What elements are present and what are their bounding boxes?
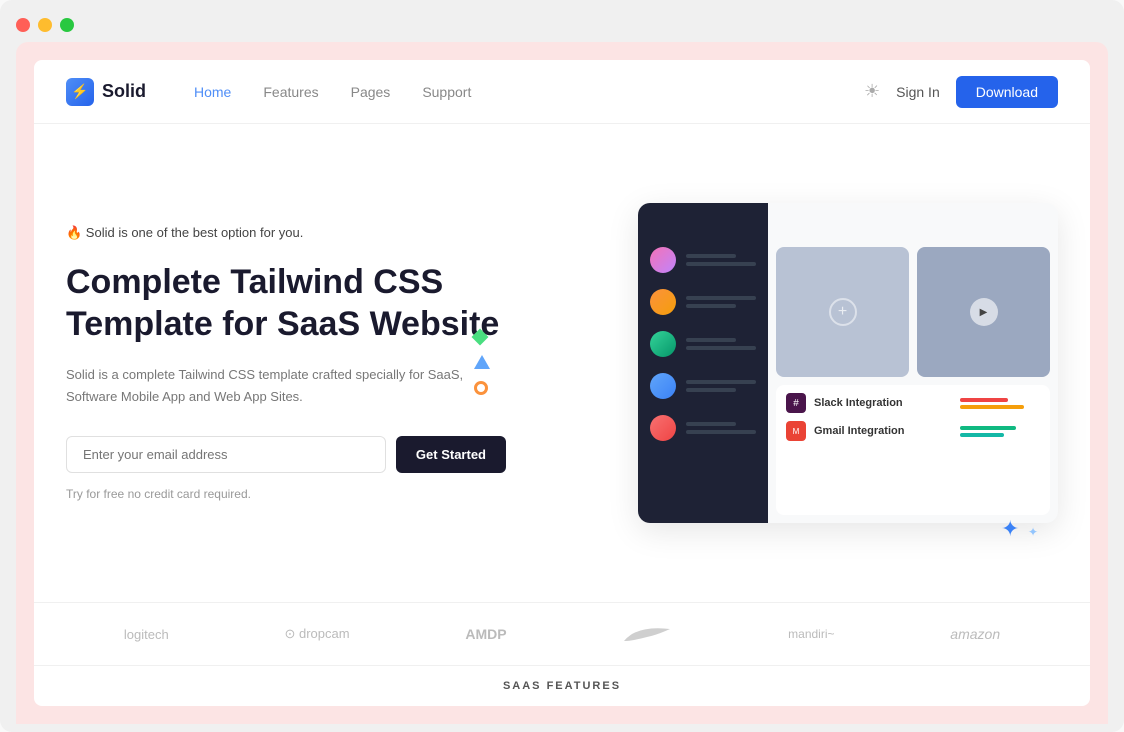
chat-lines-4 xyxy=(686,380,756,392)
hero-right: + ▶ # Slack Integration xyxy=(546,124,1058,602)
panel-card-2: ▶ xyxy=(917,247,1050,377)
brand-amazon: amazon xyxy=(950,626,1000,642)
browser-content: ⚡ Solid Home Features Pages Support ☀ Si… xyxy=(16,42,1108,724)
mockup-card: + ▶ # Slack Integration xyxy=(638,203,1058,523)
logo-icon: ⚡ xyxy=(66,78,94,106)
chat-line xyxy=(686,380,756,384)
plus-button[interactable]: + xyxy=(829,298,857,326)
browser-titlebar xyxy=(16,10,1108,42)
bar-yellow xyxy=(960,405,1024,409)
slack-icon: # xyxy=(786,393,806,413)
avatar-2 xyxy=(650,289,676,315)
play-button[interactable]: ▶ xyxy=(970,298,998,326)
triangle-icon xyxy=(474,355,490,369)
gmail-bars xyxy=(960,426,1040,437)
chat-sidebar xyxy=(638,203,768,523)
chat-line xyxy=(686,296,756,300)
browser-chrome: ⚡ Solid Home Features Pages Support ☀ Si… xyxy=(0,0,1124,732)
brands-section: logitech ⊙ dropcam AMDP mandiri~ amazon xyxy=(34,602,1090,665)
circle-icon xyxy=(474,381,488,395)
gmail-icon: M xyxy=(786,421,806,441)
maximize-button[interactable] xyxy=(60,18,74,32)
panel-card-1: + xyxy=(776,247,909,377)
avatar-3 xyxy=(650,331,676,357)
inner-page: ⚡ Solid Home Features Pages Support ☀ Si… xyxy=(34,60,1090,706)
chat-line xyxy=(686,430,756,434)
chat-line xyxy=(686,262,756,266)
chat-lines-1 xyxy=(686,254,756,266)
hero-title-line1: Complete Tailwind CSS xyxy=(66,263,443,301)
star-small-icon: ✦ xyxy=(1028,525,1038,539)
hero-section: 🔥 Solid is one of the best option for yo… xyxy=(34,124,1090,602)
brand-mandiri: mandiri~ xyxy=(788,627,834,641)
email-input[interactable] xyxy=(66,436,386,473)
deco-stars: ✦ ✦ xyxy=(1001,516,1038,542)
download-button[interactable]: Download xyxy=(956,76,1058,108)
chat-line xyxy=(686,388,736,392)
close-button[interactable] xyxy=(16,18,30,32)
brand-nike xyxy=(622,623,672,645)
brand-logitech: logitech xyxy=(124,627,169,642)
logo-text: Solid xyxy=(102,81,146,102)
chat-item-4 xyxy=(638,365,768,407)
avatar-4 xyxy=(650,373,676,399)
chat-line xyxy=(686,422,736,426)
chat-item-5 xyxy=(638,407,768,449)
logo-area: ⚡ Solid xyxy=(66,78,146,106)
sign-in-link[interactable]: Sign In xyxy=(896,84,940,100)
gmail-integration-row: M Gmail Integration xyxy=(786,421,1040,441)
mockup-right-panels: + ▶ # Slack Integration xyxy=(768,239,1058,523)
chat-line xyxy=(686,254,736,258)
chat-item-3 xyxy=(638,323,768,365)
slack-bars xyxy=(960,398,1040,409)
try-free-text: Try for free no credit card required. xyxy=(66,487,506,501)
nav-home[interactable]: Home xyxy=(194,84,231,100)
nav-support[interactable]: Support xyxy=(422,84,471,100)
chat-lines-3 xyxy=(686,338,756,350)
saas-features-label: SAAS FEATURES xyxy=(34,665,1090,706)
bar-red xyxy=(960,398,1008,402)
chat-lines-5 xyxy=(686,422,756,434)
brand-amd: AMDP xyxy=(465,626,506,642)
deco-shapes xyxy=(474,331,490,395)
avatar-1 xyxy=(650,247,676,273)
bar-green xyxy=(960,426,1016,430)
nav-features[interactable]: Features xyxy=(263,84,318,100)
chat-item-1 xyxy=(638,239,768,281)
brand-dropcam: ⊙ dropcam xyxy=(284,626,349,642)
slack-label: Slack Integration xyxy=(814,397,952,409)
chat-lines-2 xyxy=(686,296,756,308)
gmail-label: Gmail Integration xyxy=(814,425,952,437)
nav-right: ☀ Sign In Download xyxy=(864,76,1058,108)
avatar-5 xyxy=(650,415,676,441)
diamond-icon xyxy=(472,329,489,346)
hero-title-line2: Template for SaaS Website xyxy=(66,305,499,343)
hero-description: Solid is a complete Tailwind CSS templat… xyxy=(66,364,506,408)
theme-toggle-icon[interactable]: ☀ xyxy=(864,81,880,102)
nav-links: Home Features Pages Support xyxy=(194,84,864,100)
integration-panel: # Slack Integration M Gmail Inte xyxy=(776,385,1050,515)
hero-badge: 🔥 Solid is one of the best option for yo… xyxy=(66,225,506,241)
chat-item-2 xyxy=(638,281,768,323)
get-started-button[interactable]: Get Started xyxy=(396,436,506,473)
chat-line xyxy=(686,304,736,308)
nav-pages[interactable]: Pages xyxy=(351,84,391,100)
navbar: ⚡ Solid Home Features Pages Support ☀ Si… xyxy=(34,60,1090,124)
star-big-icon: ✦ xyxy=(1001,516,1019,541)
bar-teal xyxy=(960,433,1004,437)
chat-line xyxy=(686,338,736,342)
hero-title: Complete Tailwind CSS Template for SaaS … xyxy=(66,261,506,346)
slack-integration-row: # Slack Integration xyxy=(786,393,1040,413)
minimize-button[interactable] xyxy=(38,18,52,32)
chat-line xyxy=(686,346,756,350)
email-form: Get Started xyxy=(66,436,506,473)
